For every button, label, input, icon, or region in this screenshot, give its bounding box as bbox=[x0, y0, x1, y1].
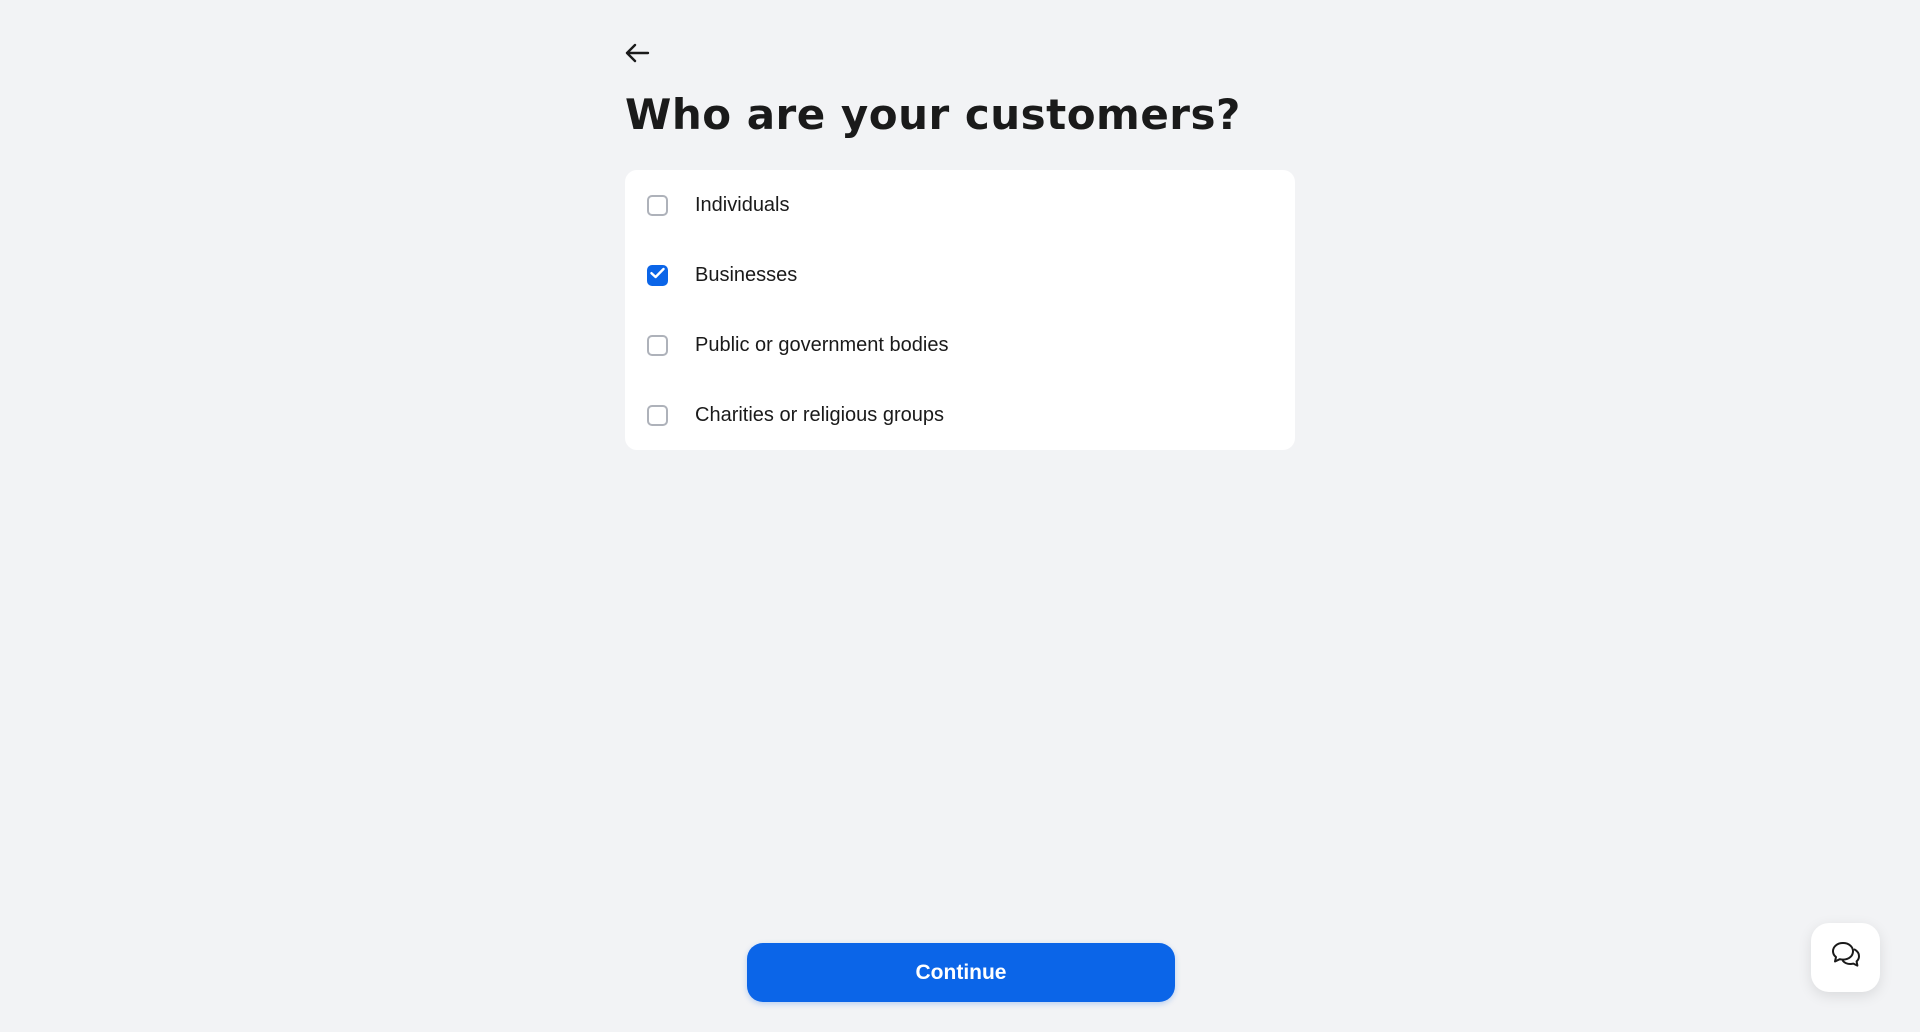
back-button[interactable] bbox=[622, 40, 652, 70]
option-businesses[interactable]: Businesses bbox=[625, 240, 1295, 310]
continue-button[interactable]: Continue bbox=[747, 943, 1175, 1002]
option-label: Individuals bbox=[695, 193, 790, 216]
checkbox-businesses[interactable] bbox=[647, 264, 668, 286]
checkbox-individuals[interactable] bbox=[647, 194, 668, 216]
checkbox-public-government[interactable] bbox=[647, 334, 668, 356]
page-title: Who are your customers? bbox=[625, 90, 1241, 139]
option-charities-religious[interactable]: Charities or religious groups bbox=[625, 380, 1295, 450]
option-label: Charities or religious groups bbox=[695, 403, 945, 426]
chat-button[interactable] bbox=[1811, 923, 1880, 992]
option-public-government[interactable]: Public or government bodies bbox=[625, 310, 1295, 380]
option-label: Businesses bbox=[695, 263, 798, 286]
arrow-left-icon bbox=[624, 42, 650, 69]
options-card: Individuals Businesses Public or governm… bbox=[625, 170, 1295, 450]
option-label: Public or government bodies bbox=[695, 333, 949, 356]
option-individuals[interactable]: Individuals bbox=[625, 170, 1295, 240]
checkmark-icon bbox=[650, 266, 665, 284]
chat-bubbles-icon bbox=[1830, 940, 1862, 975]
checkbox-charities-religious[interactable] bbox=[647, 404, 668, 426]
